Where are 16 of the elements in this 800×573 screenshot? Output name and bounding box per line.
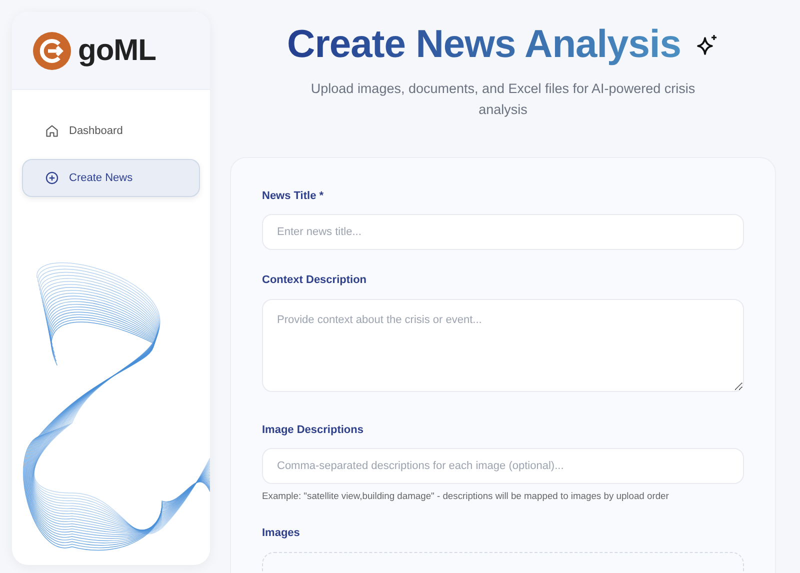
logo-icon [32,30,72,70]
input-field[interactable]: Enter news title... [262,214,744,250]
input-field[interactable]: Comma-separated descriptions for each image (optional)... [262,448,744,484]
plus-circle-icon [45,170,59,185]
field-hint: Example: "satellite view,building damage" - descriptions will be mapped to images by upload order [262,489,670,504]
field-label: News Title * [262,188,325,204]
field-label: Images [262,526,301,542]
logo-text: goML [78,33,156,69]
home-icon [45,124,59,138]
page-subtitle: Upload images, documents, and Excel files for AI-powered crisis analysis [310,80,696,119]
nav-item[interactable]: Create News [22,158,200,197]
sparkle-icon [694,33,719,58]
field-label: Context Description [262,273,368,288]
nav-item[interactable]: Dashboard [22,112,200,150]
field-label: Image Descriptions [262,422,364,438]
text-area[interactable]: Provide context about the crisis or event... [262,298,744,392]
